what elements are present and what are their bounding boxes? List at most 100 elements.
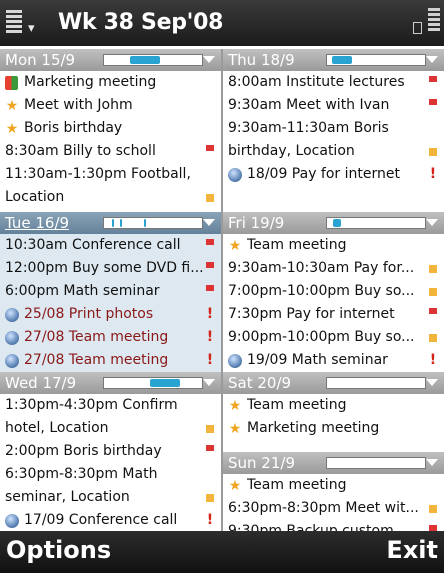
priority-marker: ! — [206, 329, 214, 345]
event-text: 9:30pm Backup custom... — [228, 523, 408, 531]
todo-item[interactable]: 17/09 Conference call ! — [0, 509, 221, 531]
day-header[interactable]: Wed 17/9 — [0, 372, 221, 394]
event-text: 18/09 Pay for internet — [247, 166, 400, 182]
calendar-event[interactable]: ★ Marketing meeting — [223, 417, 444, 440]
day-sunday[interactable]: Sun 21/9 ★ Team meeting 6:30pm-8:30pm Me… — [223, 452, 444, 531]
calendar-event[interactable]: ★ Boris birthday — [0, 117, 221, 140]
day-header[interactable]: Tue 16/9 — [0, 212, 221, 234]
softkey-bar: Options Exit — [0, 531, 444, 573]
calendar-event[interactable]: 8:30am Billy to scholl — [0, 140, 221, 163]
calendar-event[interactable]: ★ Team meeting — [223, 394, 444, 417]
meeting-icon — [203, 486, 217, 509]
day-header[interactable]: Thu 18/9 — [223, 49, 444, 71]
calendar-event[interactable]: birthday, Location — [223, 140, 444, 163]
day-monday[interactable]: Mon 15/9 Marketing meeting ★ Meet with J… — [0, 49, 221, 212]
event-text: 8:30am Billy to scholl — [5, 143, 156, 159]
event-text: seminar, Location — [5, 489, 130, 505]
event-text: 17/09 Conference call — [24, 512, 178, 528]
calendar-event[interactable]: 6:30pm-8:30pm Meet wit... — [223, 497, 444, 520]
calendar-event[interactable]: 6:00pm Math seminar — [0, 280, 221, 303]
calendar-event[interactable]: ★ Team meeting — [223, 234, 444, 257]
calendar-event[interactable]: hotel, Location — [0, 417, 221, 440]
status-title-bar: ▾ Wk 38 Sep'08 — [0, 0, 444, 46]
day-saturday[interactable]: Sat 20/9 ★ Team meeting ★ Marketing meet… — [223, 372, 444, 440]
calendar-event[interactable]: 6:30pm-8:30pm Math — [0, 463, 221, 486]
calendar-event[interactable]: 9:30am-11:30am Boris — [223, 117, 444, 140]
todo-icon — [227, 353, 243, 369]
chevron-down-icon — [203, 219, 215, 226]
day-label: Tue 16/9 — [5, 214, 70, 232]
event-text: 9:30am-11:30am Boris — [228, 120, 389, 136]
day-header[interactable]: Fri 19/9 — [223, 212, 444, 234]
day-tuesday[interactable]: Tue 16/9 10:30am Conference call 12:00pm… — [0, 212, 221, 372]
right-column: Thu 18/9 8:00am Institute lectures 9:30a… — [223, 49, 444, 531]
flag-icon — [426, 303, 440, 326]
day-label: Fri 19/9 — [228, 214, 285, 232]
exit-softkey[interactable]: Exit — [386, 536, 438, 564]
busy-time-bar — [326, 377, 426, 389]
event-text: Marketing meeting — [247, 420, 380, 436]
flag-icon — [203, 140, 217, 163]
event-text: 11:30am-1:30pm Football, — [5, 166, 191, 182]
busy-time-bar — [326, 457, 426, 469]
day-friday[interactable]: Fri 19/9 ★ Team meeting 9:30am-10:30am P… — [223, 212, 444, 372]
calendar-event[interactable]: 7:30pm Pay for internet — [223, 303, 444, 326]
calendar-event[interactable]: 9:30am Meet with Ivan — [223, 94, 444, 117]
todo-item[interactable]: 27/08 Team meeting ! — [0, 326, 221, 349]
event-text: 1:30pm-4:30pm Confirm — [5, 397, 178, 413]
day-header[interactable]: Mon 15/9 — [0, 49, 221, 71]
battery-icon — [413, 22, 422, 34]
page-title: Wk 38 Sep'08 — [58, 10, 224, 35]
meeting-icon — [203, 417, 217, 440]
event-text: Marketing meeting — [24, 74, 157, 90]
todo-item[interactable]: 18/09 Pay for internet ! — [223, 163, 444, 186]
antenna-icon: ▾ — [28, 21, 35, 36]
event-text: 7:30pm Pay for internet — [228, 306, 395, 322]
event-text: 6:30pm-8:30pm Meet wit... — [228, 500, 419, 516]
todo-item[interactable]: 27/08 Team meeting ! — [0, 349, 221, 372]
calendar-event[interactable]: Location — [0, 186, 221, 209]
calendar-event[interactable]: 9:30pm Backup custom... — [223, 520, 444, 531]
event-text: 19/09 Math seminar — [247, 352, 388, 368]
event-text: hotel, Location — [5, 420, 109, 436]
calendar-event[interactable]: 8:00am Institute lectures — [223, 71, 444, 94]
calendar-event[interactable]: 9:00pm-10:00pm Buy so... — [223, 326, 444, 349]
flag-icon — [426, 520, 440, 531]
calendar-event[interactable]: ★ Team meeting — [223, 474, 444, 497]
priority-marker: ! — [206, 512, 214, 528]
calendar-event[interactable]: Marketing meeting — [0, 71, 221, 94]
options-softkey[interactable]: Options — [6, 536, 111, 564]
day-header[interactable]: Sat 20/9 — [223, 372, 444, 394]
calendar-event[interactable]: 9:30am-10:30am Pay for... — [223, 257, 444, 280]
calendar-event[interactable]: 12:00pm Buy some DVD fi... — [0, 257, 221, 280]
meeting-icon — [426, 326, 440, 349]
event-text: Meet with Johm — [24, 97, 133, 113]
calendar-event[interactable]: 10:30am Conference call — [0, 234, 221, 257]
event-text: 2:00pm Boris birthday — [5, 443, 162, 459]
day-wednesday[interactable]: Wed 17/9 1:30pm-4:30pm Confirm hotel, Lo… — [0, 372, 221, 531]
calendar-event[interactable]: 2:00pm Boris birthday — [0, 440, 221, 463]
star-icon: ★ — [228, 478, 242, 494]
event-text: 6:30pm-8:30pm Math — [5, 466, 158, 482]
todo-item[interactable]: 19/09 Math seminar ! — [223, 349, 444, 372]
day-thursday[interactable]: Thu 18/9 8:00am Institute lectures 9:30a… — [223, 49, 444, 212]
column-divider — [221, 49, 223, 531]
left-column: Mon 15/9 Marketing meeting ★ Meet with J… — [0, 49, 221, 531]
priority-marker: ! — [206, 352, 214, 368]
star-icon: ★ — [228, 238, 242, 254]
event-text: 9:00pm-10:00pm Buy so... — [228, 329, 415, 345]
calendar-event[interactable]: 1:30pm-4:30pm Confirm — [0, 394, 221, 417]
chevron-down-icon — [203, 379, 215, 386]
busy-time-bar — [103, 54, 203, 66]
todo-item[interactable]: 25/08 Print photos ! — [0, 303, 221, 326]
event-text: 6:00pm Math seminar — [5, 283, 160, 299]
meeting-icon — [426, 280, 440, 303]
calendar-event[interactable]: ★ Meet with Johm — [0, 94, 221, 117]
day-header[interactable]: Sun 21/9 — [223, 452, 444, 474]
calendar-event[interactable]: seminar, Location — [0, 486, 221, 509]
calendar-event[interactable]: 7:00pm-10:00pm Buy so... — [223, 280, 444, 303]
day-label: Wed 17/9 — [5, 374, 77, 392]
event-text: 12:00pm Buy some DVD fi... — [5, 260, 204, 276]
chevron-down-icon — [426, 56, 438, 63]
calendar-event[interactable]: 11:30am-1:30pm Football, — [0, 163, 221, 186]
